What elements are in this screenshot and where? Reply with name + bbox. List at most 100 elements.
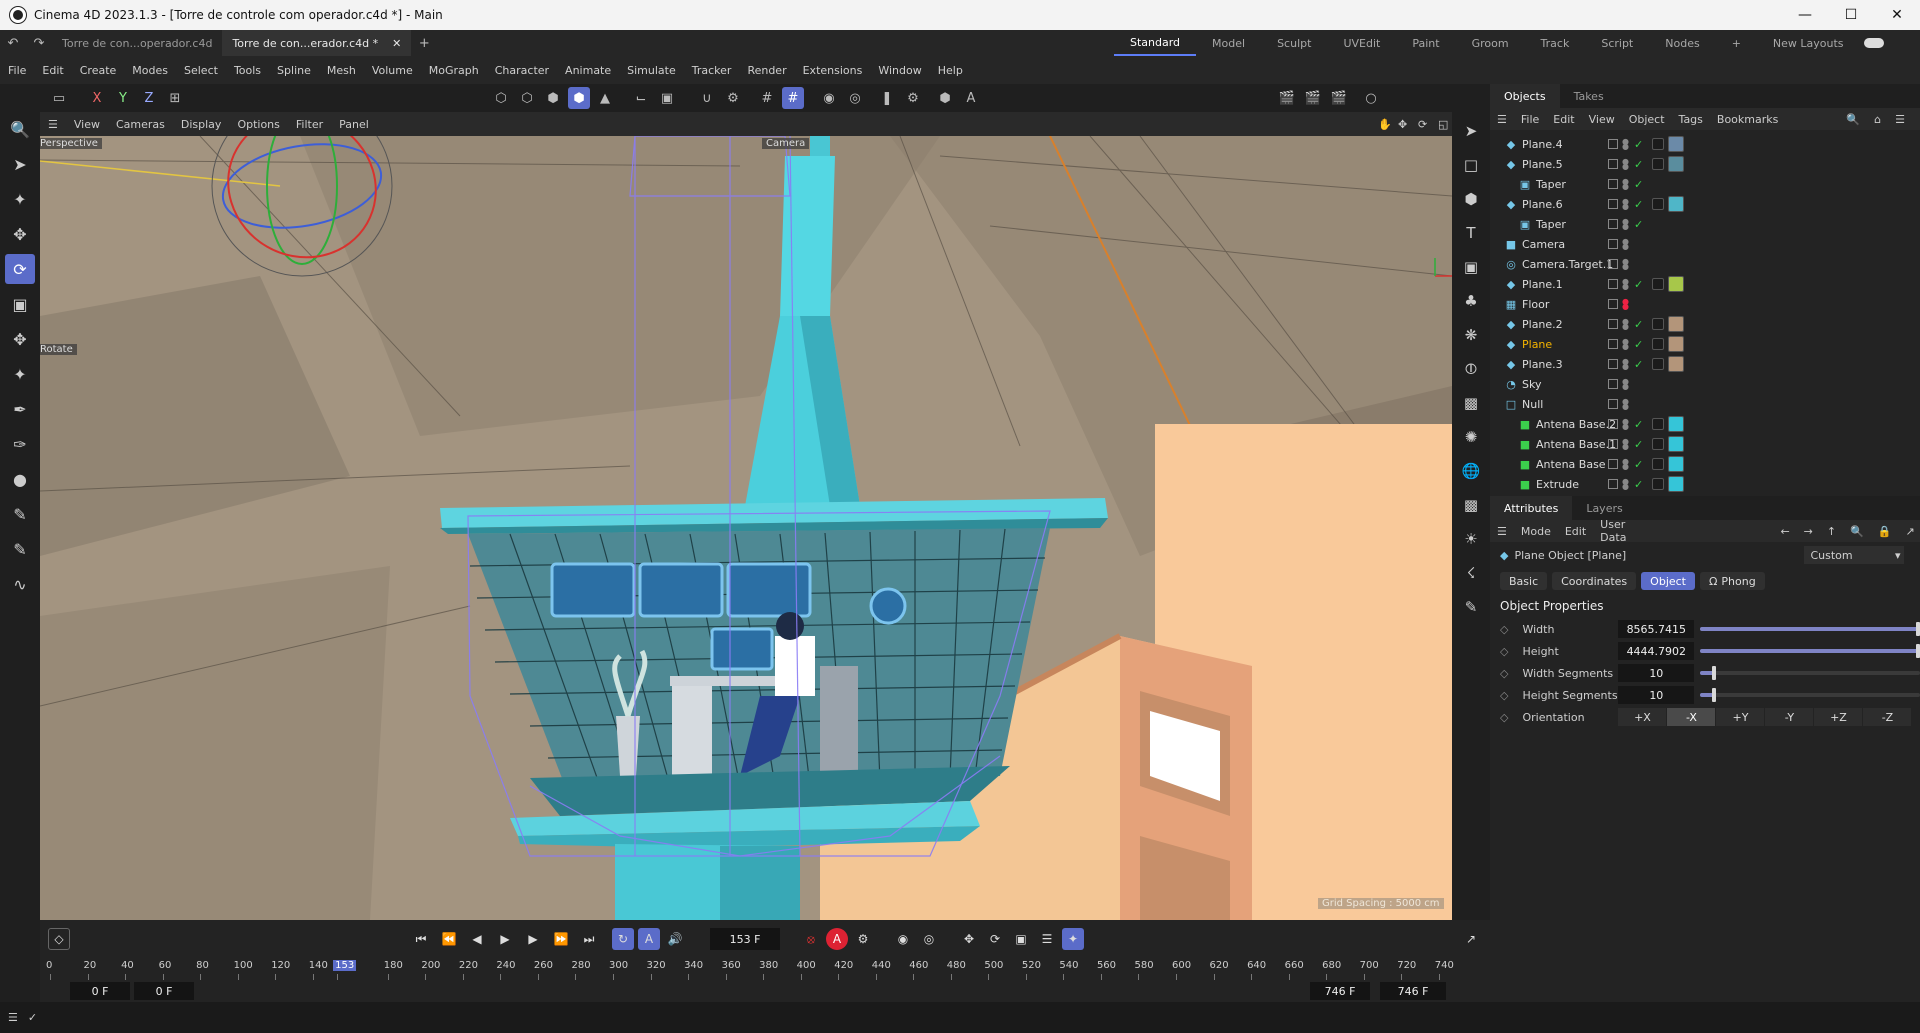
object-row[interactable]: ■ Antena Base ● ● ✓	[1490, 454, 1920, 474]
move-icon[interactable]: ✥	[5, 219, 35, 249]
keyframe-icon[interactable]: ◇	[1500, 623, 1508, 636]
attributes-menu-mode[interactable]: Mode	[1514, 525, 1558, 538]
object-row[interactable]: ▦ Floor ● ●	[1490, 294, 1920, 314]
hamburger-icon[interactable]: ☰	[1490, 113, 1514, 126]
sound-icon[interactable]: 🔊	[664, 928, 686, 950]
objects-menu-file[interactable]: File	[1514, 113, 1546, 126]
visibility-dots-icon[interactable]: ● ●	[1622, 298, 1629, 311]
brush-icon[interactable]: ✎	[5, 499, 35, 529]
motion-record-icon[interactable]: ◉	[892, 928, 914, 950]
toggle-switch[interactable]	[1863, 38, 1884, 48]
object-row[interactable]: □ Null ● ●	[1490, 394, 1920, 414]
back-arrow-icon[interactable]: ←	[1773, 525, 1796, 538]
layer-icon[interactable]	[1608, 319, 1618, 329]
uv-mode-icon[interactable]: ▲	[594, 87, 616, 109]
menu-select[interactable]: Select	[176, 64, 226, 77]
symmetry-settings-icon[interactable]: ⚙	[902, 87, 924, 109]
cloner-icon[interactable]: ♣	[1456, 286, 1486, 316]
prev-frame-button[interactable]: ◀	[466, 928, 488, 950]
expand-panel-icon[interactable]: ↗	[1912, 113, 1920, 126]
keyframe-icon[interactable]: ◇	[1500, 711, 1508, 724]
enabled-check-icon[interactable]: ✓	[1634, 138, 1646, 151]
layout-groom[interactable]: Groom	[1456, 30, 1525, 56]
layout-track[interactable]: Track	[1525, 30, 1586, 56]
layer-icon[interactable]	[1608, 479, 1618, 489]
spline-pen-icon[interactable]: ✒	[5, 394, 35, 424]
menu-create[interactable]: Create	[72, 64, 125, 77]
current-frame-field[interactable]: 153 F	[710, 928, 780, 950]
layout-paint[interactable]: Paint	[1396, 30, 1455, 56]
visibility-dots-icon[interactable]: ● ●	[1622, 198, 1629, 211]
attribute-value-field[interactable]: 4444.7902	[1618, 642, 1695, 660]
orientation-option[interactable]: +Y	[1716, 708, 1765, 726]
layer-icon[interactable]	[1608, 239, 1618, 249]
material-tag-icon[interactable]	[1668, 196, 1684, 212]
character-icon[interactable]: ✺	[1456, 422, 1486, 452]
undo-icon[interactable]: ↶	[2, 32, 24, 54]
render-view-button[interactable]: 🎬	[1276, 87, 1298, 109]
object-row[interactable]: ■ Camera ● ●	[1490, 234, 1920, 254]
magnify-icon[interactable]: 🔍	[5, 114, 35, 144]
visibility-dots-icon[interactable]: ● ●	[1622, 278, 1629, 291]
layer-icon[interactable]	[1608, 399, 1618, 409]
transform-icon[interactable]: ✥	[5, 324, 35, 354]
record-button[interactable]: ⦻	[800, 928, 822, 950]
point-level-key-icon[interactable]: ✦	[1062, 928, 1084, 950]
snap-icon[interactable]: ∪	[696, 87, 718, 109]
up-arrow-icon[interactable]: ↑	[1820, 525, 1843, 538]
layout-standard[interactable]: Standard	[1114, 30, 1197, 56]
visibility-dots-icon[interactable]: ● ●	[1622, 178, 1629, 191]
parameter-key-icon[interactable]: ☰	[1036, 928, 1058, 950]
texture-tag-icon[interactable]	[1652, 358, 1664, 370]
enabled-check-icon[interactable]: ✓	[1634, 158, 1646, 171]
preview-start-field[interactable]: 0 F	[134, 982, 194, 1000]
material-tag-icon[interactable]	[1668, 476, 1684, 492]
x-axis-lock[interactable]: X	[86, 87, 108, 109]
objects-menu-view[interactable]: View	[1582, 113, 1622, 126]
layer-icon[interactable]	[1608, 459, 1618, 469]
object-row[interactable]: ■ Extrude ● ● ✓	[1490, 474, 1920, 492]
object-row[interactable]: ■ Antena Base.2 ● ● ✓	[1490, 414, 1920, 434]
preview-end-field[interactable]: 746 F	[1310, 982, 1370, 1000]
layer-icon[interactable]	[1608, 199, 1618, 209]
visibility-dots-icon[interactable]: ● ●	[1622, 318, 1629, 331]
attribute-slider[interactable]	[1700, 688, 1920, 702]
object-row[interactable]: ■ Antena Base.1 ● ● ✓	[1490, 434, 1920, 454]
object-row[interactable]: ◎ Camera.Target.1 ● ●	[1490, 254, 1920, 274]
tab-layers[interactable]: Layers	[1572, 496, 1636, 520]
menu-edit[interactable]: Edit	[34, 64, 71, 77]
autokey-button[interactable]: A	[826, 928, 848, 950]
keyframe-icon[interactable]: ◇	[1500, 645, 1508, 658]
render-to-picture-viewer-button[interactable]: 🎬	[1302, 87, 1324, 109]
hamburger-icon[interactable]: ☰	[1490, 525, 1514, 538]
start-frame-field[interactable]: 0 F	[70, 982, 130, 1000]
axis-mode-icon[interactable]: ⌙	[630, 87, 652, 109]
visibility-dots-icon[interactable]: ● ●	[1622, 398, 1629, 411]
viewport-menu-filter[interactable]: Filter	[288, 118, 331, 131]
model-mode-icon[interactable]: ▭	[48, 87, 70, 109]
visibility-dots-icon[interactable]: ● ●	[1622, 358, 1629, 371]
viewport-menu-display[interactable]: Display	[173, 118, 230, 131]
visibility-dots-icon[interactable]: ● ●	[1622, 158, 1629, 171]
material-tag-icon[interactable]	[1668, 136, 1684, 152]
tab-takes[interactable]: Takes	[1560, 84, 1618, 108]
layer-icon[interactable]	[1608, 219, 1618, 229]
cube-icon[interactable]: ⬢	[1456, 184, 1486, 214]
object-row[interactable]: ◆ Plane.6 ● ● ✓	[1490, 194, 1920, 214]
search-icon[interactable]: 🔍	[1843, 525, 1871, 538]
enabled-check-icon[interactable]: ✓	[1634, 318, 1646, 331]
scale-icon[interactable]: ▣	[5, 289, 35, 319]
enabled-check-icon[interactable]: ✓	[1634, 418, 1646, 431]
orientation-option[interactable]: -Y	[1765, 708, 1814, 726]
orientation-option[interactable]: -Z	[1863, 708, 1912, 726]
rotation-key-icon[interactable]: ⟳	[984, 928, 1006, 950]
attribute-value-field[interactable]: 10	[1618, 664, 1695, 682]
layer-icon[interactable]	[1608, 139, 1618, 149]
doc-tab-1[interactable]: Torre de con...operador.c4d	[52, 30, 222, 56]
preset-dropdown[interactable]: Custom ▾	[1804, 546, 1905, 564]
texture-tag-icon[interactable]	[1652, 138, 1664, 150]
slider-knob[interactable]	[1711, 688, 1716, 702]
menu-extensions[interactable]: Extensions	[795, 64, 871, 77]
menu-mesh[interactable]: Mesh	[319, 64, 364, 77]
motion-settings-icon[interactable]: ◎	[918, 928, 940, 950]
